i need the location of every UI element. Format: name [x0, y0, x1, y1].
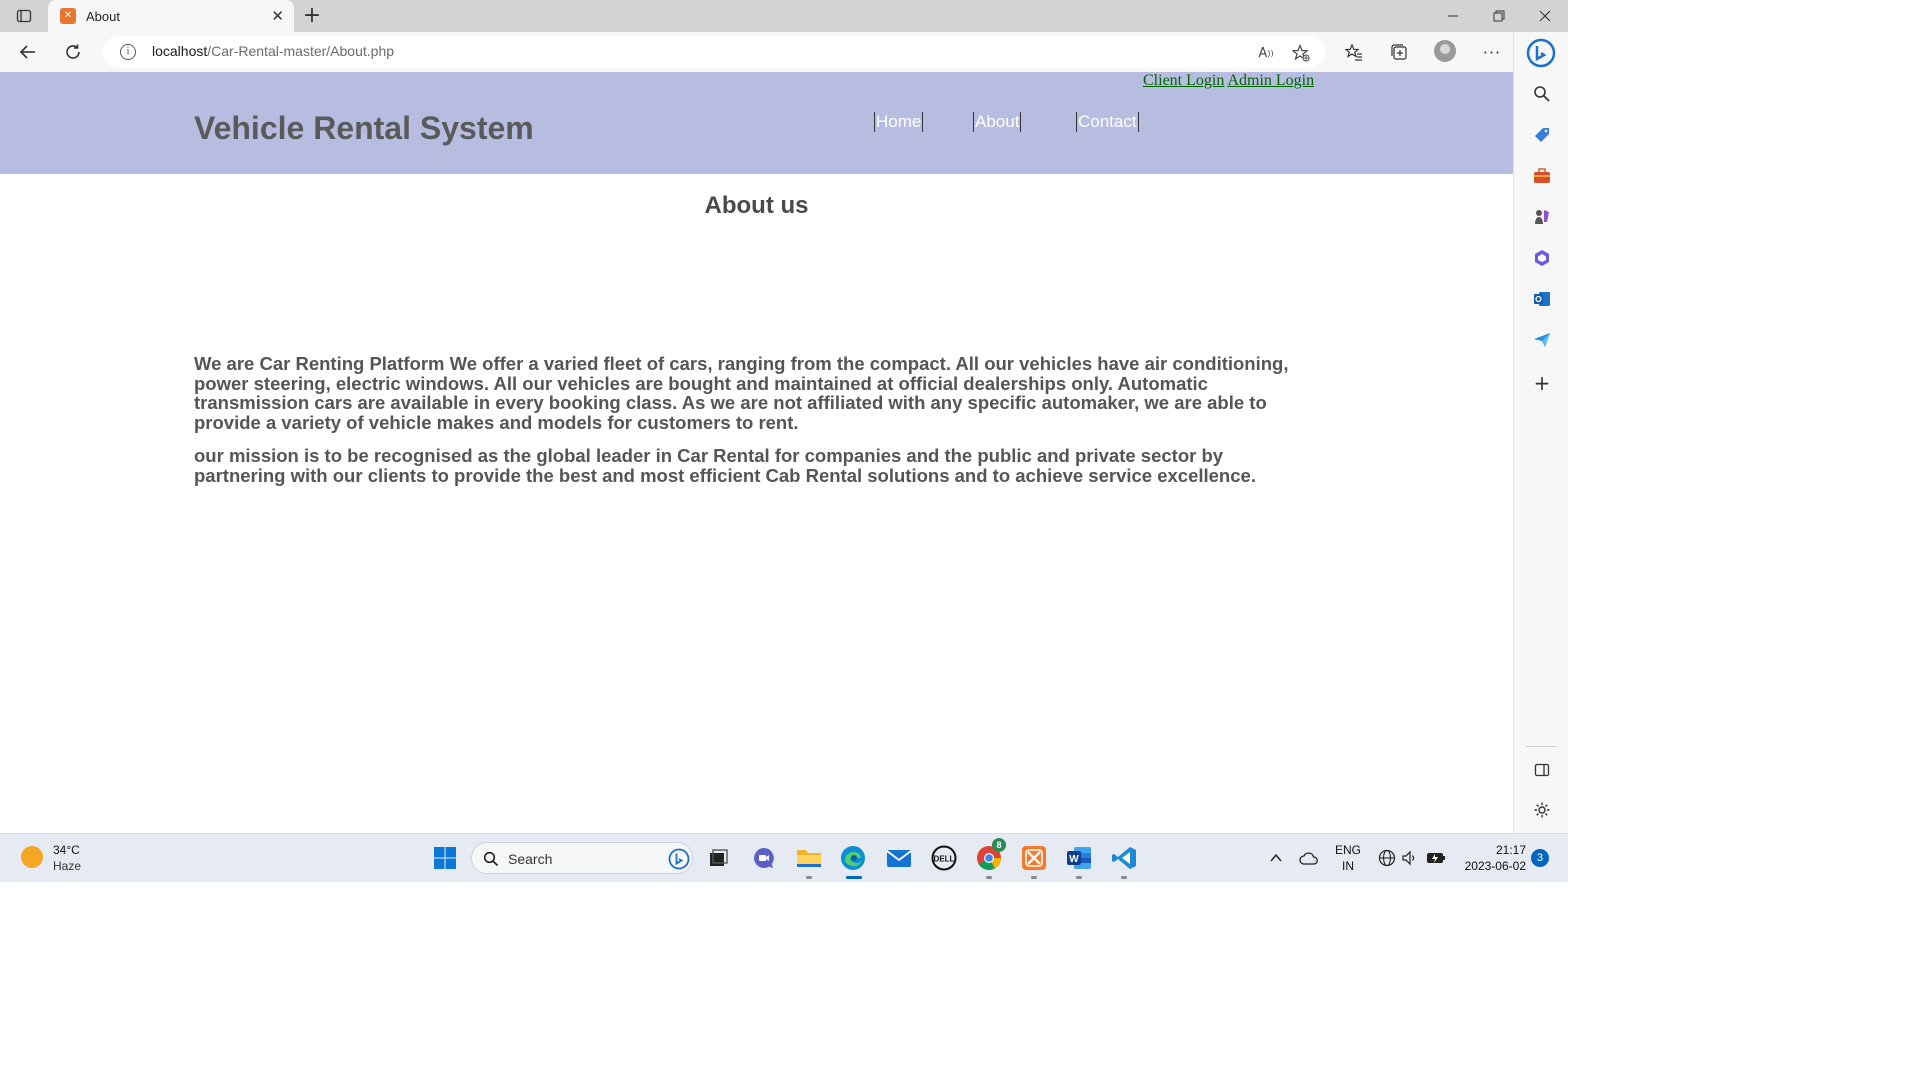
client-login-link[interactable]: Client Login — [1143, 72, 1224, 89]
nav-contact[interactable]: Contact — [1076, 112, 1139, 132]
about-paragraph-mission: our mission is to be recognised as the g… — [194, 445, 1256, 486]
word-running-indicator — [1076, 876, 1082, 879]
notification-badge[interactable]: 3 — [1531, 849, 1549, 867]
refresh-icon[interactable] — [59, 38, 87, 66]
tab-actions-icon[interactable] — [10, 4, 38, 28]
word-icon[interactable]: W — [1065, 844, 1093, 872]
xampp-icon[interactable] — [1020, 844, 1048, 872]
tools-briefcase-icon[interactable] — [1531, 165, 1553, 187]
mail-icon[interactable] — [885, 844, 913, 872]
add-icon[interactable]: + — [1531, 371, 1553, 395]
xampp-running-indicator — [1031, 876, 1037, 879]
browser-toolbar: i localhost/Car-Rental-master/About.php … — [0, 32, 1568, 72]
language-line1[interactable]: ENG — [1334, 843, 1362, 857]
search-icon — [483, 851, 499, 867]
close-tab-icon[interactable]: ✕ — [271, 7, 284, 25]
add-favorite-icon[interactable] — [1290, 42, 1312, 64]
onedrive-cloud-icon[interactable] — [1295, 844, 1323, 872]
language-line2[interactable]: IN — [1334, 859, 1362, 873]
web-page: Client Login Admin Login Vehicle Rental … — [0, 72, 1513, 833]
chrome-icon[interactable]: 8 — [975, 838, 1006, 872]
bing-icon — [668, 848, 690, 870]
restore-button[interactable] — [1476, 0, 1522, 32]
url-host: localhost — [152, 43, 208, 59]
address-bar[interactable]: i localhost/Car-Rental-master/About.php … — [103, 36, 1325, 68]
xampp-icon: ✕ — [60, 8, 76, 24]
battery-icon[interactable] — [1422, 844, 1450, 872]
weather-temperature[interactable]: 34°C — [53, 843, 80, 857]
microsoft-365-icon[interactable] — [1531, 247, 1553, 269]
about-paragraph-intro: We are Car Renting Platform We offer a v… — [194, 353, 1289, 433]
url-text[interactable]: localhost/Car-Rental-master/About.php — [152, 43, 394, 59]
profile-avatar[interactable] — [1434, 40, 1456, 62]
weather-condition[interactable]: Haze — [53, 859, 81, 873]
nav-about[interactable]: About — [973, 112, 1022, 132]
bing-chat-icon[interactable] — [1526, 38, 1556, 68]
vscode-running-indicator — [1121, 876, 1127, 879]
chrome-running-indicator — [986, 876, 992, 879]
search-placeholder: Search — [508, 851, 553, 867]
edge-browser-icon[interactable] — [839, 844, 867, 872]
windows-start-icon[interactable] — [431, 844, 459, 872]
chrome-badge: 8 — [992, 838, 1006, 852]
login-links: Client Login Admin Login — [1143, 72, 1314, 90]
nav-home[interactable]: Home — [874, 112, 924, 132]
browser-tabstrip: ✕ About ✕ + — [0, 0, 1568, 32]
edge-sidebar: + — [1513, 32, 1568, 833]
vscode-icon[interactable] — [1110, 844, 1138, 872]
minimize-button[interactable] — [1430, 0, 1476, 32]
file-explorer-running-indicator — [806, 876, 812, 879]
more-options-icon[interactable]: ··· — [1480, 40, 1504, 64]
search-icon[interactable] — [1531, 83, 1553, 105]
window-controls — [1430, 0, 1568, 32]
new-tab-button[interactable]: + — [300, 3, 324, 29]
teams-chat-icon[interactable] — [750, 844, 778, 872]
url-path: /Car-Rental-master/About.php — [207, 43, 395, 59]
about-heading: About us — [704, 192, 809, 219]
task-view-icon[interactable] — [704, 844, 732, 872]
file-explorer-icon[interactable] — [795, 844, 823, 872]
volume-icon[interactable] — [1396, 844, 1424, 872]
svg-text:DELL: DELL — [934, 855, 955, 864]
send-icon[interactable] — [1531, 329, 1553, 351]
gear-icon[interactable] — [1531, 799, 1553, 821]
games-icon[interactable] — [1531, 206, 1553, 228]
admin-login-link[interactable]: Admin Login — [1227, 72, 1314, 89]
taskbar: 34°C Haze Search DELL 8 W ENG IN 21:17 2… — [0, 833, 1568, 882]
sidebar-divider — [1526, 746, 1556, 747]
weather-haze-icon[interactable] — [21, 846, 43, 868]
collections-icon[interactable] — [1387, 40, 1411, 64]
site-nav: Home About Contact — [0, 112, 1513, 134]
favorites-icon[interactable] — [1342, 40, 1366, 64]
dell-icon[interactable]: DELL — [930, 844, 958, 872]
hide-sidebar-icon[interactable] — [1531, 759, 1553, 781]
read-aloud-icon[interactable]: A)) — [1255, 42, 1277, 64]
browser-tab-active[interactable]: ✕ About ✕ — [48, 0, 294, 32]
svg-text:W: W — [1069, 854, 1079, 865]
chevron-up-icon[interactable] — [1262, 844, 1290, 872]
clock-time[interactable]: 21:17 — [1456, 843, 1526, 857]
taskbar-search[interactable]: Search — [471, 842, 693, 874]
clock-date[interactable]: 2023-06-02 — [1456, 859, 1526, 873]
site-header: Client Login Admin Login Vehicle Rental … — [0, 72, 1513, 174]
shopping-tag-icon[interactable] — [1531, 124, 1553, 146]
outlook-icon[interactable] — [1531, 288, 1553, 310]
back-arrow-icon[interactable] — [14, 38, 42, 66]
tab-title: About — [86, 8, 120, 24]
site-info-icon[interactable]: i — [120, 44, 136, 60]
edge-active-indicator — [846, 876, 862, 879]
close-window-button[interactable] — [1522, 0, 1568, 32]
